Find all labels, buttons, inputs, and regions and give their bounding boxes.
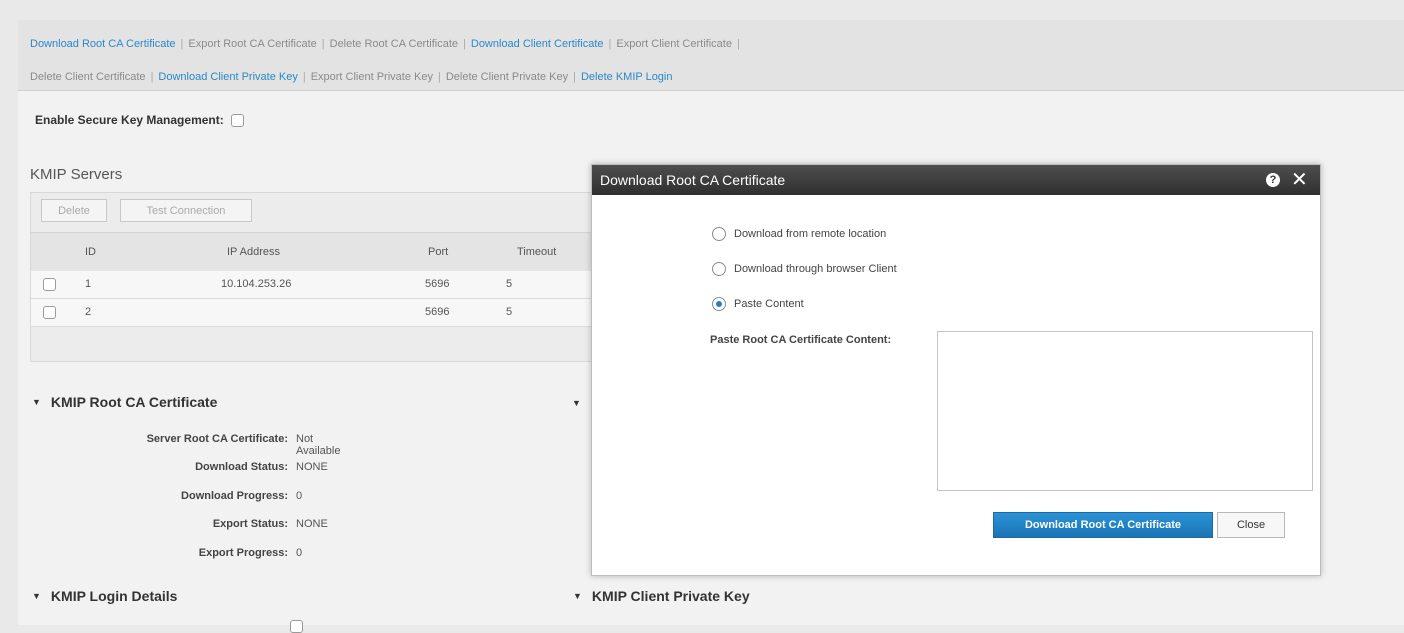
paste-content-label: Paste Root CA Certificate Content: <box>710 334 892 346</box>
secure-key-label: Enable Secure Key Management: <box>35 113 224 127</box>
column-timeout[interactable]: Timeout <box>517 246 556 258</box>
table-row[interactable]: 1 10.104.253.26 5696 5 <box>31 271 606 299</box>
row-id: 1 <box>85 278 92 290</box>
radio-button-selected[interactable] <box>712 297 726 311</box>
option-remote-location[interactable]: Download from remote location <box>712 227 886 241</box>
help-icon[interactable]: ? <box>1266 173 1280 187</box>
login-details-section-header[interactable]: ▼ KMIP Login Details <box>32 588 177 604</box>
download-status-value: NONE <box>296 461 328 473</box>
collapse-triangle-icon[interactable]: ▼ <box>572 398 581 408</box>
client-private-key-section-header[interactable]: ▼ KMIP Client Private Key <box>573 588 750 604</box>
paste-content-textarea[interactable] <box>937 331 1313 491</box>
row-port: 5696 <box>425 306 450 318</box>
option-browser-client[interactable]: Download through browser Client <box>712 262 897 276</box>
close-button[interactable]: Close <box>1217 512 1285 538</box>
servers-table-header: ID IP Address Port Timeout <box>31 232 606 272</box>
close-icon[interactable]: ✕ <box>1291 167 1308 192</box>
option-label: Download through browser Client <box>734 263 897 275</box>
export-root-ca-link: Export Root CA Certificate <box>188 38 317 50</box>
export-progress-value: 0 <box>296 547 303 559</box>
download-client-private-key-link[interactable]: Download Client Private Key <box>158 71 297 83</box>
option-paste-content[interactable]: Paste Content <box>712 297 804 311</box>
use-kmip-login-checkbox[interactable] <box>290 620 303 633</box>
export-status-label: Export Status: <box>212 518 288 530</box>
option-label: Paste Content <box>734 298 804 310</box>
option-label: Download from remote location <box>734 228 887 240</box>
download-root-ca-dialog: Download Root CA Certificate ? ✕ Downloa… <box>591 164 1321 576</box>
secure-key-management: Enable Secure Key Management: <box>35 113 244 127</box>
download-root-ca-link[interactable]: Download Root CA Certificate <box>30 38 176 50</box>
radio-button[interactable] <box>712 227 726 241</box>
delete-server-button: Delete <box>41 199 107 222</box>
row-timeout: 5 <box>506 278 513 290</box>
collapse-triangle-icon: ▼ <box>32 591 41 601</box>
login-details-section-title: KMIP Login Details <box>50 588 178 604</box>
collapse-triangle-icon: ▼ <box>32 397 41 407</box>
export-status-value: NONE <box>296 518 328 530</box>
download-root-ca-button[interactable]: Download Root CA Certificate <box>993 512 1213 538</box>
dialog-header: Download Root CA Certificate ? ✕ <box>592 165 1320 195</box>
dialog-title: Download Root CA Certificate <box>600 172 786 188</box>
kmip-servers-panel: Delete Test Connection ID IP Address Por… <box>30 192 607 362</box>
delete-client-private-key-link: Delete Client Private Key <box>445 71 569 83</box>
row-timeout: 5 <box>506 306 513 318</box>
delete-root-ca-link: Delete Root CA Certificate <box>329 38 459 50</box>
client-private-key-section-title: KMIP Client Private Key <box>591 588 750 604</box>
row-id: 2 <box>85 306 92 318</box>
root-ca-section-title: KMIP Root CA Certificate <box>50 394 218 410</box>
row-ip-address: 10.104.253.26 <box>221 278 292 290</box>
action-row-1: Download Root CA Certificate | Export Root… <box>30 38 740 50</box>
secure-key-checkbox[interactable] <box>230 113 244 127</box>
column-port[interactable]: Port <box>428 246 448 258</box>
download-progress-label: Download Progress: <box>181 490 288 502</box>
download-progress-value: 0 <box>296 490 303 502</box>
action-bar: Download Root CA Certificate | Export Root… <box>18 20 1404 91</box>
row-checkbox[interactable] <box>43 306 56 319</box>
collapse-triangle-icon: ▼ <box>573 591 582 601</box>
download-status-label: Download Status: <box>195 461 288 473</box>
server-root-ca-value: Not Available <box>296 433 341 457</box>
column-id[interactable]: ID <box>85 246 96 258</box>
export-client-private-key-link: Export Client Private Key <box>310 71 433 83</box>
export-client-cert-link: Export Client Certificate <box>616 38 732 50</box>
server-root-ca-label: Server Root CA Certificate: <box>146 433 288 445</box>
kmip-servers-title: KMIP Servers <box>30 166 123 183</box>
table-row[interactable]: 2 5696 5 <box>31 299 606 327</box>
row-port: 5696 <box>425 278 450 290</box>
download-client-cert-link[interactable]: Download Client Certificate <box>471 38 604 50</box>
column-ip-address[interactable]: IP Address <box>227 246 280 258</box>
row-checkbox[interactable] <box>43 278 56 291</box>
delete-client-cert-link: Delete Client Certificate <box>30 71 146 83</box>
export-progress-label: Export Progress: <box>198 547 288 559</box>
action-row-2: Delete Client Certificate | Download Clien… <box>30 71 673 83</box>
radio-button[interactable] <box>712 262 726 276</box>
test-connection-button: Test Connection <box>120 199 252 222</box>
root-ca-section-header[interactable]: ▼ KMIP Root CA Certificate <box>32 394 217 410</box>
delete-kmip-login-link[interactable]: Delete KMIP Login <box>581 71 673 83</box>
